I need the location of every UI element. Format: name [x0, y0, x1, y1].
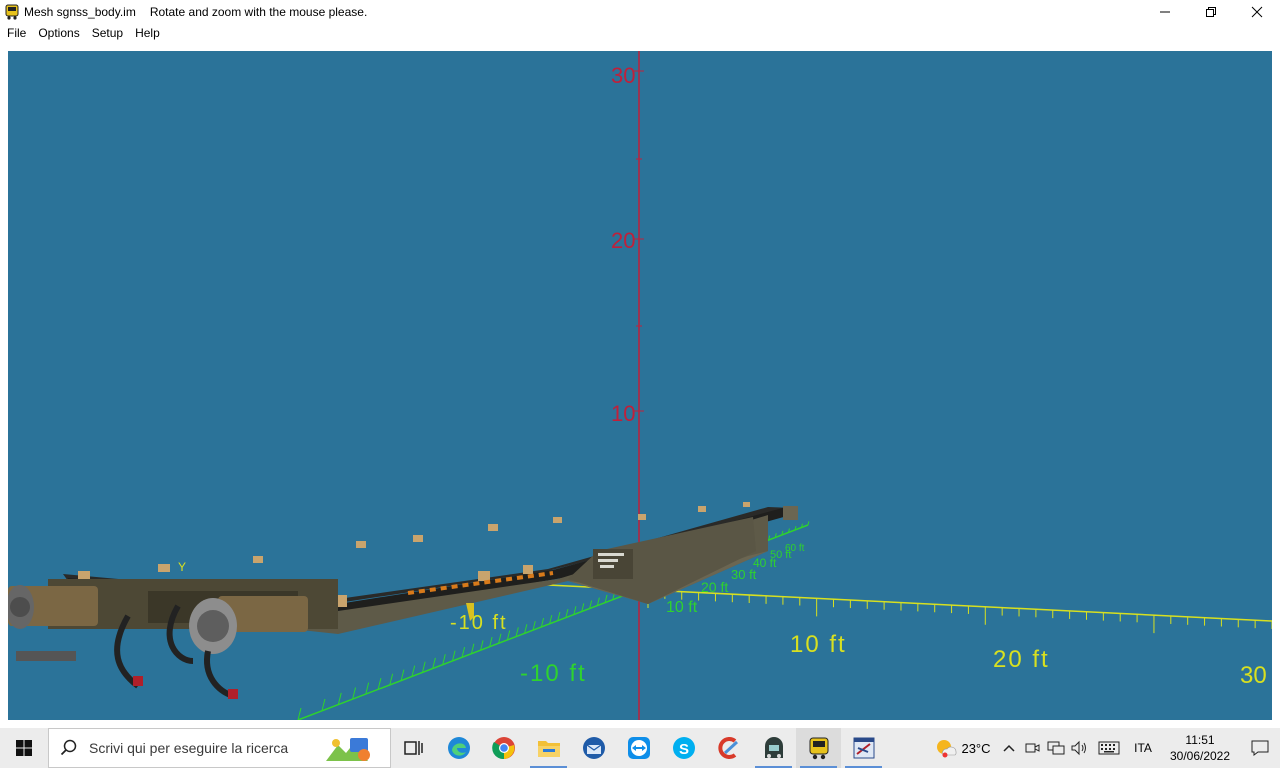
teamviewer-icon — [627, 737, 650, 759]
z-axis-tick — [321, 698, 326, 711]
vertical-axis: 30 20 10 — [611, 51, 644, 720]
window-title: Mesh sgnss_body.im — [24, 5, 136, 19]
title-bar: Mesh sgnss_body.im Rotate and zoom with … — [0, 0, 1280, 24]
locomotive-icon — [5, 4, 19, 20]
notification-icon — [1251, 740, 1269, 756]
x-axis-label-10ft: 10 ft — [790, 631, 847, 658]
start-button[interactable] — [0, 728, 48, 768]
weather-widget[interactable]: 23°C — [928, 728, 998, 768]
origin-label: Y — [178, 560, 186, 574]
search-highlight-icon — [326, 738, 370, 761]
buffer-right — [189, 596, 308, 654]
z-axis-label-20: 20 ft — [701, 579, 728, 595]
vertical-axis-label-20: 20 — [611, 228, 635, 253]
x-axis-label-neg10: -10 ft — [450, 612, 508, 634]
tray-volume[interactable] — [1068, 728, 1092, 768]
tray-meet-now[interactable] — [1020, 728, 1044, 768]
railworks-icon — [764, 737, 783, 758]
locomotive-icon — [809, 737, 828, 760]
menu-help[interactable]: Help — [129, 24, 166, 42]
close-icon — [1251, 6, 1263, 18]
menu-options[interactable]: Options — [32, 24, 85, 42]
mesh-viewer-button[interactable] — [796, 728, 841, 768]
keyboard-icon — [1098, 741, 1120, 755]
skype-button[interactable]: S — [661, 728, 706, 768]
z-axis-tick — [807, 521, 810, 526]
z-axis-label-60: 60 ft — [785, 543, 805, 554]
x-axis-label-20ft: 20 ft — [993, 646, 1050, 673]
chrome-icon — [491, 737, 515, 760]
menu-bar: File Options Setup Help — [0, 24, 1280, 42]
notifications-button[interactable] — [1240, 728, 1280, 768]
weather-temp: 23°C — [961, 740, 991, 756]
window-hint: Rotate and zoom with the mouse please. — [149, 5, 368, 19]
system-tray: 23°C ITA 11:51 30/06/2022 — [928, 728, 1280, 768]
z-axis-label-10: 10 ft — [666, 599, 698, 616]
menu-file[interactable]: File — [0, 24, 32, 42]
thunderbird-button[interactable] — [571, 728, 616, 768]
tray-language[interactable]: ITA — [1126, 728, 1160, 768]
vertical-axis-label-10: 10 — [611, 401, 635, 426]
x-axis-label-30: 30 — [1240, 662, 1267, 689]
close-button[interactable] — [1234, 0, 1280, 24]
minimize-button[interactable] — [1142, 0, 1188, 24]
z-axis-tick — [337, 692, 342, 705]
buffer-left — [8, 585, 98, 629]
windows-logo-icon — [16, 740, 32, 756]
svg-text:S: S — [679, 741, 689, 758]
chevron-up-icon — [1003, 744, 1015, 752]
shape-viewer-icon — [853, 737, 874, 759]
search-icon — [49, 728, 89, 768]
edge-icon — [447, 737, 470, 759]
tray-clock[interactable]: 11:51 30/06/2022 — [1160, 732, 1240, 764]
railworks-button[interactable] — [751, 728, 796, 768]
language-label: ITA — [1134, 741, 1152, 755]
task-view-icon — [403, 741, 423, 755]
tray-network[interactable] — [1044, 728, 1068, 768]
vertical-axis-label-30: 30 — [611, 63, 635, 88]
minimize-icon — [1160, 11, 1170, 13]
menu-setup[interactable]: Setup — [86, 24, 129, 42]
mesh-viewport[interactable]: 30 20 10 10 ft 20 ft 30 -10 ft 10 ft 20 … — [8, 51, 1272, 720]
file-explorer-button[interactable] — [526, 728, 571, 768]
thunderbird-icon — [582, 737, 605, 759]
teamviewer-button[interactable] — [616, 728, 661, 768]
search-placeholder: Scrivi qui per eseguire la ricerca — [89, 740, 289, 756]
z-axis-label-neg10-near: -10 ft — [520, 660, 587, 687]
z-axis-tick — [297, 707, 302, 720]
tray-overflow-button[interactable] — [998, 728, 1020, 768]
edge-button[interactable] — [436, 728, 481, 768]
shape-viewer-button[interactable] — [841, 728, 886, 768]
restore-icon — [1206, 7, 1216, 17]
taskbar: Scrivi qui per eseguire la ricerca S 23°… — [0, 728, 1280, 768]
skype-icon: S — [672, 737, 695, 759]
task-view-button[interactable] — [391, 728, 436, 768]
camera-icon — [1025, 743, 1040, 753]
ccleaner-icon — [717, 737, 738, 759]
clock-time: 11:51 — [1185, 733, 1215, 747]
network-icon — [1047, 741, 1065, 755]
file-explorer-icon — [537, 741, 560, 757]
sun-cloud-icon — [937, 740, 957, 758]
tray-keyboard[interactable] — [1092, 728, 1126, 768]
taskbar-search[interactable]: Scrivi qui per eseguire la ricerca — [48, 728, 391, 768]
clock-date: 30/06/2022 — [1169, 749, 1231, 763]
volume-icon — [1071, 740, 1086, 756]
restore-button[interactable] — [1188, 0, 1234, 24]
chrome-button[interactable] — [481, 728, 526, 768]
ccleaner-button[interactable] — [706, 728, 751, 768]
